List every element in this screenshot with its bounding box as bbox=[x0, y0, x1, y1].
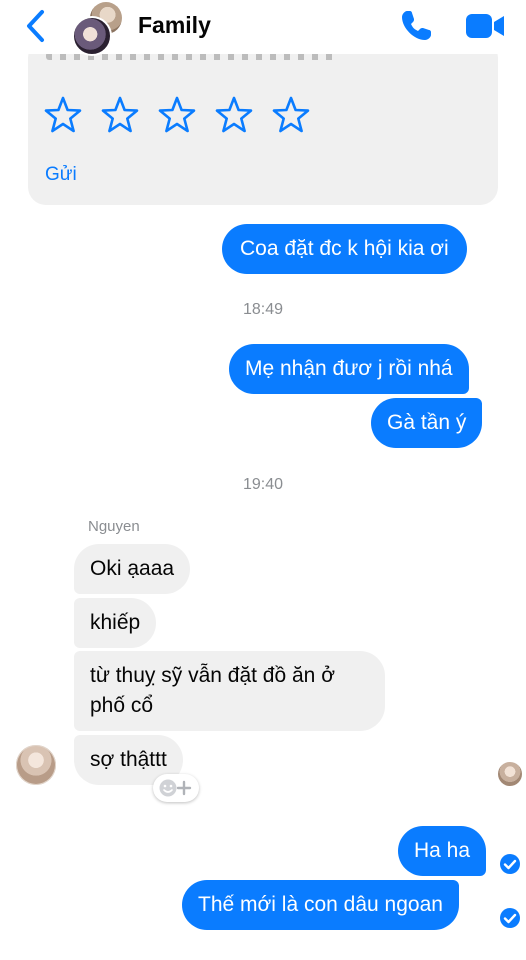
star-icon[interactable] bbox=[272, 96, 310, 134]
delivered-check-icon bbox=[500, 908, 520, 928]
star-icon[interactable] bbox=[215, 96, 253, 134]
group-avatar[interactable] bbox=[72, 2, 126, 56]
phone-icon[interactable] bbox=[398, 8, 434, 44]
video-camera-icon[interactable] bbox=[464, 10, 506, 42]
delivered-check-icon bbox=[500, 854, 520, 874]
timestamp: 19:40 bbox=[242, 476, 284, 493]
outgoing-message[interactable]: Gà tần ý bbox=[371, 398, 483, 448]
star-icon[interactable] bbox=[101, 96, 139, 134]
incoming-message[interactable]: khiếp bbox=[74, 598, 157, 648]
read-receipt-avatar bbox=[498, 762, 522, 786]
sender-name: Nguyen bbox=[88, 518, 140, 535]
outgoing-message[interactable]: Ha ha bbox=[398, 826, 487, 876]
rating-card: Gửi bbox=[28, 40, 498, 205]
chevron-left-icon[interactable] bbox=[22, 9, 50, 43]
smiley-plus-icon bbox=[159, 779, 192, 797]
star-icon[interactable] bbox=[158, 96, 196, 134]
chat-header: Family bbox=[0, 0, 526, 56]
outgoing-message[interactable]: Thế mới là con dâu ngoan bbox=[182, 880, 459, 930]
timestamp: 18:49 bbox=[242, 301, 284, 318]
outgoing-message[interactable]: Mẹ nhận đươ j rồi nhá bbox=[229, 344, 469, 394]
outgoing-message[interactable]: Coa đặt đc k hội kia ơi bbox=[222, 224, 467, 274]
member-avatar bbox=[72, 16, 112, 56]
sender-avatar[interactable] bbox=[16, 745, 56, 785]
incoming-message[interactable]: từ thuỵ sỹ vẫn đặt đồ ăn ở phố cổ bbox=[74, 651, 385, 731]
incoming-message[interactable]: Oki ạaaa bbox=[74, 544, 191, 594]
conversation-title[interactable]: Family bbox=[138, 12, 211, 39]
send-rating-button[interactable]: Gửi bbox=[45, 164, 77, 186]
add-reaction-button[interactable] bbox=[153, 774, 199, 802]
star-icon[interactable] bbox=[44, 96, 82, 134]
star-rating[interactable] bbox=[44, 96, 310, 134]
